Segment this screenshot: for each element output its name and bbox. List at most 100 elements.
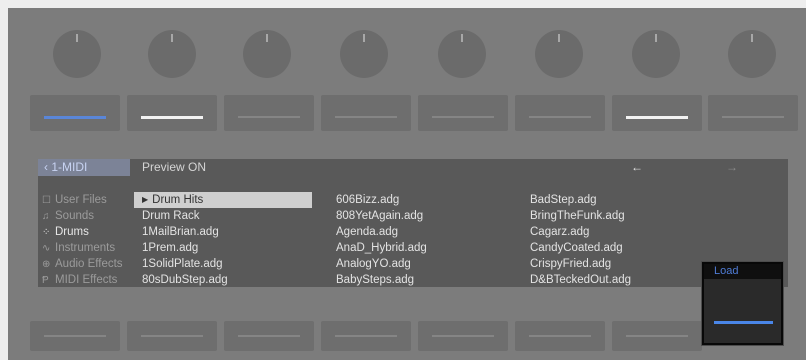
knob-indicator [461,34,463,42]
encoder-knob-2[interactable] [148,30,196,78]
knob-indicator [558,34,560,42]
lower-button-6[interactable] [515,321,605,351]
button-led [529,335,591,337]
preset-file-item[interactable]: 808YetAgain.adg [336,208,506,224]
sidebar-item-sounds[interactable]: ♫ Sounds [42,208,134,224]
upper-button-5[interactable] [418,95,508,131]
preset-file-item[interactable]: Cagarz.adg [530,224,710,240]
list-item[interactable]: 1SolidPlate.adg [134,256,312,272]
upper-button-3[interactable] [224,95,314,131]
encoder-knob-4[interactable] [340,30,388,78]
item-label: 1Prem.adg [142,242,199,254]
audio-effect-icon: ⊕ [42,259,51,270]
load-popup[interactable]: Load [702,262,783,345]
knob-indicator [751,34,753,42]
button-led [335,335,397,337]
sidebar-item-label: Sounds [55,210,95,222]
arrow-right-icon[interactable]: → [726,159,738,176]
encoder-knob-7[interactable] [632,30,680,78]
sidebar-item-label: Drums [55,226,89,238]
upper-button-8[interactable] [708,95,798,131]
monitor-icon: ☐ [42,195,51,206]
button-led [335,116,397,118]
preset-file-item[interactable]: BabySteps.adg [336,272,506,288]
sidebar-item-label: Instruments [55,242,116,254]
button-led [626,335,688,337]
knob-indicator [655,34,657,42]
knob-indicator [363,34,365,42]
browser-column-1: ▶ Drum Hits Drum Rack 1MailBrian.adg 1Prem.a… [134,192,312,288]
browser-sidebar: ☐ User Files ♫ Sounds ⁘ Drums ∿ Instruments ⊕ Aud… [42,192,134,288]
preset-file-item[interactable]: 606Bizz.adg [336,192,506,208]
button-led [238,335,300,337]
preset-file-item[interactable]: BringTheFunk.adg [530,208,710,224]
preset-file-item[interactable]: D&BTeckedOut.adg [530,272,710,288]
browser-display: ‹ 1-MIDI Preview ON ← → ☐ User Files ♫ Soun… [38,159,788,287]
encoder-knob-8[interactable] [728,30,776,78]
button-led [141,335,203,337]
midi-effect-icon: Ᵽ [42,275,49,286]
knob-indicator [266,34,268,42]
button-led [432,116,494,118]
preset-file-item[interactable]: AnaD_Hybrid.adg [336,240,506,256]
item-label: 1MailBrian.adg [142,226,219,238]
preset-file-item[interactable]: BadStep.adg [530,192,710,208]
item-label: 1SolidPlate.adg [142,258,223,270]
upper-button-7[interactable] [612,95,702,131]
upper-button-1[interactable] [30,95,120,131]
preset-file-item[interactable]: CrispyFried.adg [530,256,710,272]
sidebar-item-audio-effects[interactable]: ⊕ Audio Effects [42,256,134,272]
button-led [238,116,300,118]
sidebar-item-user-files[interactable]: ☐ User Files [42,192,134,208]
item-label: Drum Rack [142,210,200,222]
button-led [529,116,591,118]
folder-expand-icon: ▶ [142,195,149,204]
lower-button-4[interactable] [321,321,411,351]
list-item[interactable]: 1MailBrian.adg [134,224,312,240]
button-led [626,116,688,119]
arrow-left-icon[interactable]: ← [631,159,643,176]
lower-button-1[interactable] [30,321,120,351]
music-note-icon: ♫ [42,211,50,222]
preset-file-item[interactable]: CandyCoated.adg [530,240,710,256]
sidebar-item-instruments[interactable]: ∿ Instruments [42,240,134,256]
encoder-knob-3[interactable] [243,30,291,78]
lower-button-5[interactable] [418,321,508,351]
sidebar-item-label: Audio Effects [55,258,123,270]
preset-file-item[interactable]: AnalogYO.adg [336,256,506,272]
list-item[interactable]: 1Prem.adg [134,240,312,256]
encoder-knob-1[interactable] [53,30,101,78]
folder-item[interactable]: ▶ Drum Hits [134,192,312,208]
list-item[interactable]: 80sDubStep.adg [134,272,312,288]
browser-column-3: BadStep.adg BringTheFunk.adg Cagarz.adg Can… [530,192,710,288]
back-button[interactable]: ‹ 1-MIDI [38,159,130,176]
grid-icon: ⁘ [42,227,51,238]
display-header: ‹ 1-MIDI Preview ON ← → [38,159,788,176]
controller-device: ‹ 1-MIDI Preview ON ← → ☐ User Files ♫ Soun… [8,8,806,360]
button-led [722,116,784,118]
list-item[interactable]: Drum Rack [134,208,312,224]
browser-column-2: 606Bizz.adg 808YetAgain.adg Agenda.adg AnaD… [336,192,506,288]
preset-file-item[interactable]: Agenda.adg [336,224,506,240]
button-led [432,335,494,337]
encoder-knob-5[interactable] [438,30,486,78]
wave-icon: ∿ [42,243,51,254]
upper-button-4[interactable] [321,95,411,131]
upper-button-2[interactable] [127,95,217,131]
knob-indicator [171,34,173,42]
sidebar-item-drums[interactable]: ⁘ Drums [42,224,134,240]
item-label: Drum Hits [152,194,204,206]
sidebar-item-label: MIDI Effects [55,274,118,286]
item-label: 80sDubStep.adg [142,274,228,286]
lower-button-3[interactable] [224,321,314,351]
lower-button-2[interactable] [127,321,217,351]
preview-toggle[interactable]: Preview ON [142,159,206,176]
button-led [44,335,106,337]
lower-button-7[interactable] [612,321,702,351]
sidebar-item-midi-effects[interactable]: Ᵽ MIDI Effects [42,272,134,288]
sidebar-item-label: User Files [55,194,107,206]
button-led [141,116,203,119]
encoder-knob-6[interactable] [535,30,583,78]
load-label: Load [704,264,781,279]
upper-button-6[interactable] [515,95,605,131]
